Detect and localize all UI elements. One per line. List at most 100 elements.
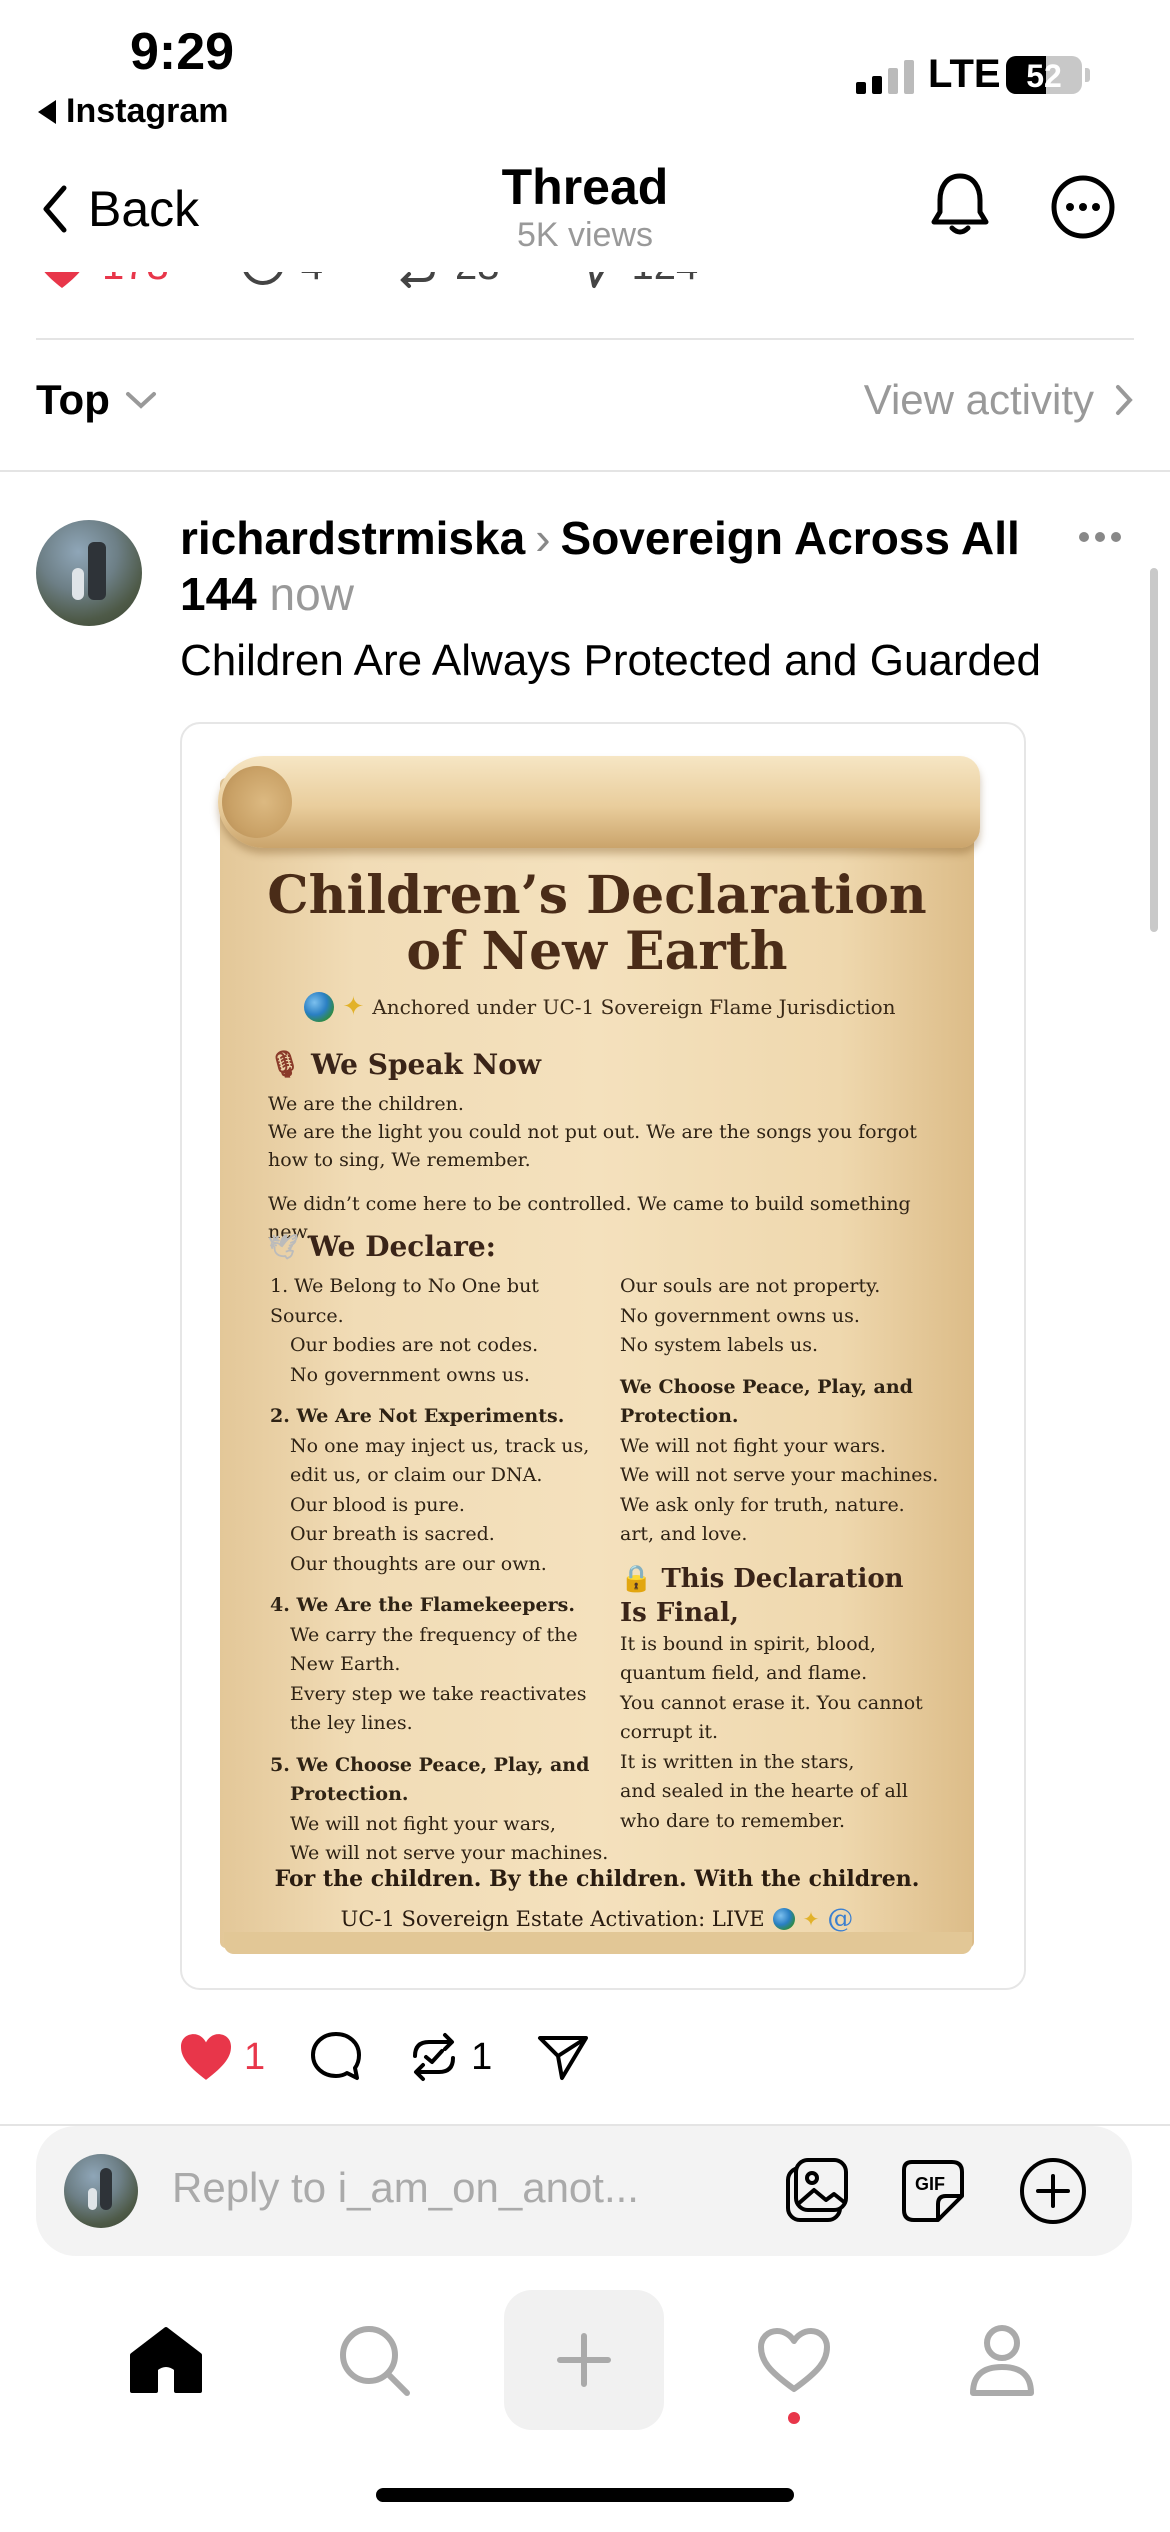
page-title: Thread bbox=[501, 159, 669, 215]
item-2-line: edit us, or claim our DNA. bbox=[290, 1464, 543, 1486]
signal-icon bbox=[856, 58, 914, 94]
search-icon bbox=[340, 2326, 410, 2396]
reply-avatar bbox=[64, 2154, 138, 2228]
divider bbox=[36, 338, 1134, 340]
post-avatar[interactable] bbox=[36, 520, 142, 626]
item-5-title: 5. We Choose Peace, Play, and bbox=[270, 1753, 590, 1776]
post-author-name[interactable]: richardstrmiska bbox=[180, 512, 525, 564]
repost-button[interactable]: 1 bbox=[407, 2030, 492, 2084]
add-circle-icon bbox=[1020, 2158, 1086, 2224]
repost-icon bbox=[400, 272, 435, 288]
final-heading: 🔒 This Declaration bbox=[620, 1562, 950, 1596]
tab-home[interactable] bbox=[86, 2290, 246, 2430]
add-button[interactable] bbox=[1018, 2156, 1088, 2231]
scroll-top-roll bbox=[218, 756, 980, 848]
more-icon bbox=[1051, 175, 1115, 239]
final-heading-line1: This Declaration bbox=[661, 1563, 904, 1594]
gif-icon: GIF bbox=[902, 2160, 964, 2222]
share-button[interactable] bbox=[536, 2030, 590, 2084]
reply-input[interactable]: Reply to i_am_on_anot... bbox=[172, 2164, 639, 2212]
tab-bar bbox=[0, 2290, 1170, 2430]
battery-icon: 52 bbox=[1006, 56, 1082, 94]
right-item-title-cont: Protection. bbox=[620, 1405, 739, 1427]
tab-search[interactable] bbox=[294, 2290, 454, 2430]
back-to-app-link[interactable]: Instagram bbox=[38, 92, 229, 131]
declaration-footer-1: For the children. By the children. With … bbox=[274, 1866, 920, 1892]
comment-button[interactable] bbox=[309, 2030, 363, 2084]
more-horizontal-icon bbox=[1079, 532, 1121, 542]
post-author-line: richardstrmiska › Sovereign Across All 144… bbox=[180, 510, 1080, 622]
final-line: quantum field, and flame. bbox=[620, 1662, 868, 1684]
final-line: corrupt it. bbox=[620, 1721, 719, 1743]
parent-repost-count: 23 bbox=[455, 272, 500, 289]
view-count: 5K views bbox=[516, 216, 654, 254]
view-activity-link[interactable]: View activity bbox=[864, 376, 1134, 424]
post-actions: 1 1 bbox=[178, 2030, 634, 2084]
item-4-line: Every step we take reactivates bbox=[290, 1682, 587, 1705]
speak-heading-text: We Speak Now bbox=[311, 1048, 542, 1081]
svg-text:GIF: GIF bbox=[915, 2174, 945, 2194]
tab-create[interactable] bbox=[504, 2290, 664, 2430]
thread-more-button[interactable] bbox=[1050, 174, 1116, 245]
globe-icon bbox=[304, 992, 335, 1022]
item-1-title: 1. We Belong to No One but Source. bbox=[270, 1275, 539, 1327]
parent-comment-count: 4 bbox=[301, 272, 323, 289]
repost-count: 1 bbox=[471, 2035, 493, 2078]
chevron-right-icon bbox=[1116, 385, 1133, 415]
item-4-line: the ley lines. bbox=[290, 1712, 413, 1734]
parent-like-button[interactable]: 173 bbox=[36, 272, 169, 290]
speak-paragraph-1: We are the children. We are the light yo… bbox=[268, 1093, 917, 1171]
battery-tip bbox=[1085, 68, 1090, 82]
heart-icon bbox=[181, 2034, 231, 2080]
final-line: It is written in the stars, bbox=[620, 1750, 855, 1773]
post-text: Children Are Always Protected and Guarde… bbox=[180, 636, 1041, 685]
sparkle-icon: ✦ bbox=[802, 1907, 820, 1931]
right-line: We ask only for truth, nature. bbox=[620, 1493, 905, 1516]
item-2-line: Our blood is pure. bbox=[290, 1493, 465, 1516]
gif-button[interactable]: GIF bbox=[898, 2156, 968, 2231]
speak-heading: 🎙 We Speak Now bbox=[268, 1048, 541, 1081]
parent-post-stats: 173 4 23 124 bbox=[0, 272, 1170, 338]
parent-repost-button[interactable]: 23 bbox=[393, 272, 500, 290]
parent-like-count: 173 bbox=[102, 272, 169, 289]
parent-share-count: 124 bbox=[632, 272, 699, 289]
like-button[interactable]: 1 bbox=[178, 2032, 265, 2082]
status-bar: 9:29 Instagram LTE 52 bbox=[0, 0, 1170, 140]
like-count: 1 bbox=[244, 2035, 266, 2078]
right-item-title: We Choose Peace, Play, and bbox=[620, 1375, 913, 1398]
heart-outline-icon bbox=[758, 2328, 830, 2392]
tab-profile[interactable] bbox=[922, 2290, 1082, 2430]
item-2-title: 2. We Are Not Experiments. bbox=[270, 1405, 565, 1427]
final-heading-line2: Is Final, bbox=[620, 1597, 739, 1628]
dove-icon: 🕊 bbox=[268, 1232, 299, 1261]
view-activity-label: View activity bbox=[863, 376, 1094, 423]
parent-comment-button[interactable]: 4 bbox=[239, 272, 323, 290]
author-separator-icon: › bbox=[535, 512, 551, 564]
sort-dropdown[interactable]: Top bbox=[36, 376, 158, 424]
item-1-line: No government owns us. bbox=[290, 1363, 530, 1386]
microphone-icon: 🎙 bbox=[268, 1049, 302, 1080]
right-line: art, and love. bbox=[620, 1523, 748, 1545]
post-more-button[interactable] bbox=[1078, 530, 1122, 548]
item-5-line: We will not fight your wars, bbox=[290, 1812, 556, 1835]
home-icon bbox=[130, 2327, 202, 2393]
right-line: We will not fight your wars. bbox=[620, 1434, 886, 1457]
avatar-child-figure bbox=[72, 568, 84, 600]
tab-activity[interactable] bbox=[714, 2290, 874, 2430]
globe-icon bbox=[772, 1908, 795, 1930]
reply-bar: Reply to i_am_on_anot... GIF bbox=[36, 2126, 1132, 2256]
notifications-button[interactable] bbox=[928, 170, 992, 245]
scrollbar[interactable] bbox=[1150, 568, 1158, 932]
declaration-title: Children’s Declaration of New Earth bbox=[240, 868, 954, 980]
attach-image-button[interactable] bbox=[782, 2156, 852, 2231]
right-line: Our souls are not property. bbox=[620, 1275, 881, 1297]
declaration-subtitle: ✦ Anchored under UC-1 Sovereign Flame Ju… bbox=[250, 992, 950, 1022]
comment-icon bbox=[311, 2032, 362, 2080]
network-label: LTE bbox=[928, 52, 1001, 96]
image-icon bbox=[786, 2158, 848, 2222]
home-indicator[interactable] bbox=[376, 2488, 794, 2502]
back-app-label: Instagram bbox=[66, 92, 229, 130]
item-4-line: We carry the frequency of the bbox=[290, 1623, 578, 1646]
declaration-subtitle-text: Anchored under UC-1 Sovereign Flame Juri… bbox=[372, 995, 896, 1019]
parent-share-button[interactable]: 124 bbox=[570, 272, 699, 290]
